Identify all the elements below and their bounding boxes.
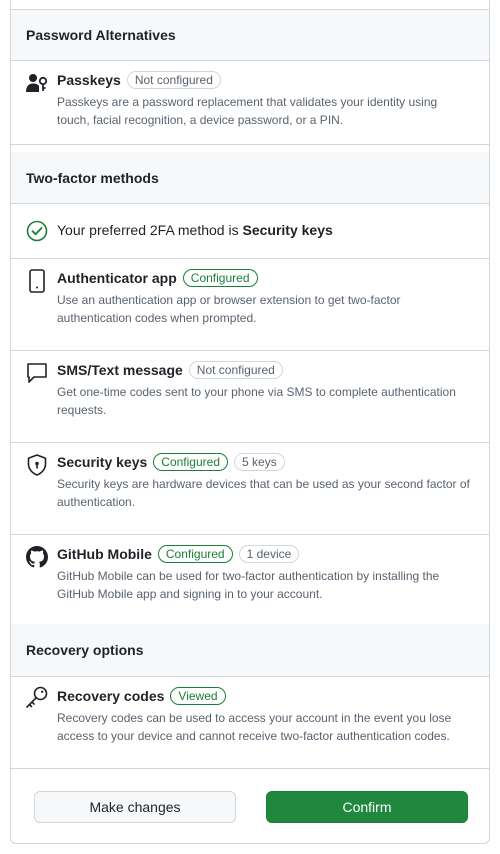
section-title: Password Alternatives: [26, 27, 176, 43]
preferred-method-value: Security keys: [242, 222, 333, 238]
section-header-recovery: Recovery options: [11, 624, 489, 677]
authenticator-title-line: Authenticator app Configured: [57, 269, 258, 287]
sms-title-line: SMS/Text message Not configured: [57, 361, 283, 379]
security-keys-title-line: Security keys Configured 5 keys: [57, 453, 285, 471]
passkeys-title-line: Passkeys Not configured: [57, 71, 221, 89]
count-badge: 1 device: [238, 545, 300, 563]
preferred-method-prefix: Your preferred 2FA method is: [57, 222, 243, 238]
key-icon: [25, 685, 49, 709]
section-title: Recovery options: [26, 642, 144, 658]
status-badge: Configured: [182, 269, 258, 287]
comment-icon: [25, 361, 49, 385]
status-badge: Configured: [153, 453, 229, 471]
shield-lock-icon: [25, 453, 49, 477]
status-badge: Configured: [157, 545, 233, 563]
github-mobile-description: GitHub Mobile can be used for two-factor…: [57, 569, 440, 601]
status-badge: Viewed: [170, 687, 226, 705]
security-keys-description: Security keys are hardware devices that …: [57, 477, 470, 509]
security-keys-title[interactable]: Security keys: [57, 454, 147, 470]
security-settings-card: Password Alternatives Passkeys Not confi…: [10, 0, 490, 844]
passkeys-row: Passkeys Not configured Passkeys are a p…: [11, 61, 489, 145]
github-mobile-title-line: GitHub Mobile Configured 1 device: [57, 545, 300, 563]
recovery-codes-row: Recovery codes Viewed Recovery codes can…: [11, 677, 489, 769]
device-mobile-icon: [25, 269, 49, 293]
status-badge: Not configured: [188, 361, 283, 379]
recovery-codes-title-line: Recovery codes Viewed: [57, 687, 226, 705]
count-badge: 5 keys: [234, 453, 285, 471]
sms-row: SMS/Text message Not configured Get one-…: [11, 351, 489, 443]
github-mobile-title[interactable]: GitHub Mobile: [57, 546, 152, 562]
check-circle-icon: [25, 219, 49, 243]
recovery-codes-title[interactable]: Recovery codes: [57, 688, 164, 704]
passkeys-description: Passkeys are a password replacement that…: [57, 95, 438, 127]
section-title: Two-factor methods: [26, 169, 159, 186]
github-mark-icon: [25, 545, 49, 569]
security-keys-row: Security keys Configured 5 keys Security…: [11, 443, 489, 535]
status-badge: Not configured: [126, 71, 221, 89]
preferred-method-row: Your preferred 2FA method is Security ke…: [11, 204, 489, 259]
passkey-icon: [25, 71, 49, 95]
section-header-password-alternatives: Password Alternatives: [11, 9, 489, 61]
sms-title[interactable]: SMS/Text message: [57, 362, 183, 378]
confirm-button[interactable]: Confirm: [266, 791, 468, 823]
passkeys-title[interactable]: Passkeys: [57, 72, 121, 88]
authenticator-app-title[interactable]: Authenticator app: [57, 270, 177, 286]
authenticator-app-row: Authenticator app Configured Use an auth…: [11, 259, 489, 351]
authenticator-description: Use an authentication app or browser ext…: [57, 293, 401, 325]
github-mobile-row: GitHub Mobile Configured 1 device GitHub…: [11, 535, 489, 627]
section-header-two-factor: Two-factor methods: [11, 152, 489, 204]
make-changes-button[interactable]: Make changes: [34, 791, 236, 823]
preferred-method-text: Your preferred 2FA method is Security ke…: [57, 222, 333, 238]
recovery-codes-description: Recovery codes can be used to access you…: [57, 711, 452, 743]
sms-description: Get one-time codes sent to your phone vi…: [57, 385, 456, 417]
